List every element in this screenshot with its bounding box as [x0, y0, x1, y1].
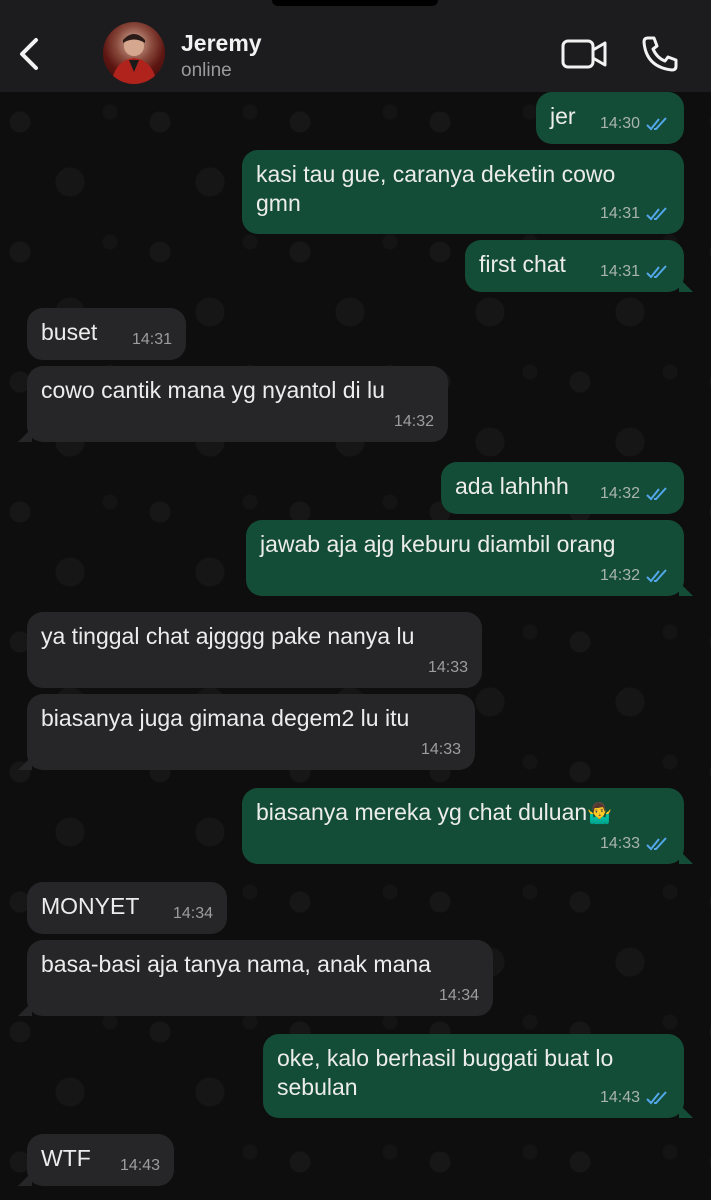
message-bubble-outgoing[interactable]: ada lahhhh 14:32 — [441, 462, 684, 514]
read-ticks-icon — [646, 264, 667, 278]
message-time: 14:33 — [599, 835, 640, 852]
message-meta: 14:33 — [421, 735, 461, 764]
message-bubble-outgoing[interactable]: biasanya mereka yg chat duluan🤷‍♂️ 14:33 — [242, 788, 693, 864]
message-meta: 14:43 — [600, 1083, 670, 1112]
message-text: biasanya mereka yg chat duluan🤷‍♂️ — [256, 798, 670, 829]
message-meta: 14:34 — [173, 899, 213, 928]
message-meta: 14:32 — [394, 407, 434, 436]
chat-header: Jeremy online — [0, 0, 711, 92]
message-time: 14:34 — [172, 905, 213, 922]
message-meta: 14:34 — [439, 981, 479, 1010]
message-text: kasi tau gue, caranya deketin cowo — [256, 161, 616, 187]
device-notch — [272, 0, 438, 6]
chat-area[interactable]: jer 14:30 kasi tau gue, caranya deketin … — [0, 92, 711, 1200]
message-time: 14:43 — [119, 1157, 160, 1174]
message-time: 14:32 — [599, 485, 640, 502]
message-time: 14:34 — [438, 987, 479, 1004]
contact-name[interactable]: Jeremy — [181, 30, 262, 57]
message-bubble-outgoing[interactable]: jer 14:30 — [536, 92, 684, 144]
message-time: 14:33 — [420, 741, 461, 758]
message-meta: 14:33 — [428, 653, 468, 682]
message-text: jawab aja ajg keburu diambil orang — [260, 531, 616, 557]
message-bubble-incoming[interactable]: cowo cantik mana yg nyantol di lu 14:32 — [18, 366, 448, 442]
message-meta: 14:31 — [600, 199, 670, 228]
message-bubble-incoming[interactable]: basa-basi aja tanya nama, anak mana 14:3… — [18, 940, 493, 1016]
message-text: basa-basi aja tanya nama, anak mana — [41, 951, 431, 977]
message-meta: 14:32 — [600, 479, 670, 508]
message-time: 14:32 — [393, 413, 434, 430]
message-bubble-outgoing[interactable]: first chat 14:31 — [465, 240, 693, 292]
message-bubble-outgoing[interactable]: oke, kalo berhasil buggati buat lo sebul… — [263, 1034, 693, 1118]
message-bubble-incoming[interactable]: MONYET 14:34 — [27, 882, 227, 934]
contact-status: online — [181, 60, 232, 81]
message-meta: 14:32 — [600, 561, 670, 590]
message-meta: 14:43 — [120, 1151, 160, 1180]
avatar[interactable] — [103, 22, 165, 84]
message-time: 14:32 — [599, 567, 640, 584]
message-time: 14:31 — [599, 205, 640, 222]
message-meta: 14:31 — [132, 325, 172, 354]
voice-call-icon[interactable] — [640, 34, 680, 74]
read-ticks-icon — [646, 1090, 667, 1104]
message-bubble-incoming[interactable]: ya tinggal chat ajgggg pake nanya lu 14:… — [27, 612, 482, 688]
read-ticks-icon — [646, 206, 667, 220]
message-bubble-incoming[interactable]: biasanya juga gimana degem2 lu itu 14:33 — [18, 694, 475, 770]
message-time: 14:30 — [599, 115, 640, 132]
message-text: cowo cantik mana yg nyantol di lu — [41, 377, 385, 403]
read-ticks-icon — [646, 116, 667, 130]
message-meta: 14:31 — [600, 257, 670, 286]
message-bubble-outgoing[interactable]: jawab aja ajg keburu diambil orang 14:32 — [246, 520, 693, 596]
person-shrugging-emoji: 🤷‍♂️ — [587, 803, 613, 825]
read-ticks-icon — [646, 486, 667, 500]
back-chevron-icon[interactable] — [14, 34, 44, 74]
message-time: 14:31 — [131, 331, 172, 348]
message-bubble-outgoing[interactable]: kasi tau gue, caranya deketin cowo gmn 1… — [242, 150, 684, 234]
read-ticks-icon — [646, 568, 667, 582]
message-text-body: biasanya mereka yg chat duluan — [256, 799, 588, 825]
video-call-icon[interactable] — [561, 38, 607, 70]
read-ticks-icon — [646, 836, 667, 850]
message-time: 14:31 — [599, 263, 640, 280]
message-text: oke, kalo berhasil buggati buat lo — [277, 1045, 614, 1071]
message-bubble-incoming[interactable]: WTF 14:43 — [18, 1134, 174, 1186]
message-meta: 14:33 — [600, 829, 670, 858]
message-time: 14:33 — [427, 659, 468, 676]
message-text: ya tinggal chat ajgggg pake nanya lu — [41, 623, 415, 649]
message-text: biasanya juga gimana degem2 lu itu — [41, 705, 410, 731]
message-time: 14:43 — [599, 1089, 640, 1106]
message-meta: 14:30 — [600, 109, 670, 138]
message-bubble-incoming[interactable]: buset 14:31 — [27, 308, 186, 360]
